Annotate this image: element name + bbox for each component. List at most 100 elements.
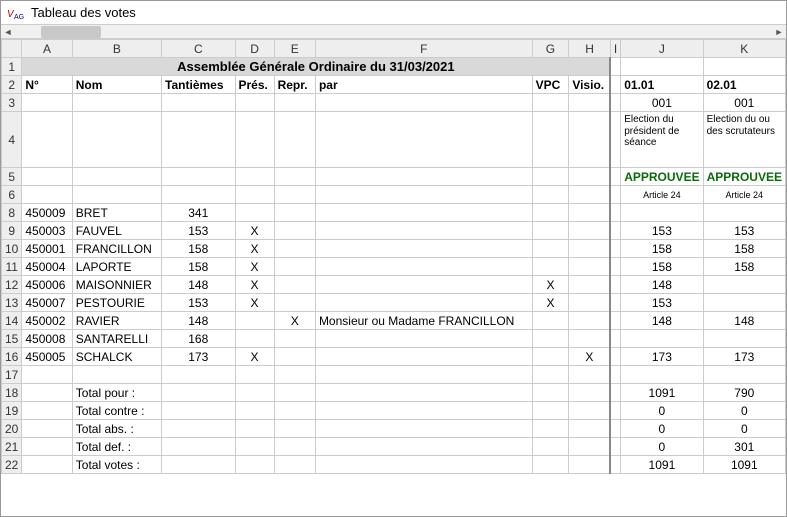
cell[interactable] [22,366,72,384]
cell[interactable] [22,168,72,186]
cell-vote[interactable]: 158 [703,240,785,258]
cell-vote[interactable]: 173 [621,348,703,366]
cell[interactable] [22,384,72,402]
cell-par[interactable] [315,294,532,312]
cell-vote[interactable] [703,204,785,222]
res-desc[interactable]: Election du président de séance [621,112,703,168]
cell-visio[interactable] [569,294,611,312]
cell[interactable] [315,420,532,438]
total-label[interactable]: Total contre : [72,402,161,420]
cell-tantiemes[interactable]: 148 [162,276,235,294]
cell[interactable] [274,420,315,438]
cell-vote[interactable]: 153 [621,222,703,240]
cell[interactable] [610,348,620,366]
cell[interactable] [22,186,72,204]
cell-vpc[interactable] [532,222,569,240]
cell-tantiemes[interactable]: 173 [162,348,235,366]
cell-nom[interactable]: PESTOURIE [72,294,161,312]
cell[interactable] [22,112,72,168]
cell-pres[interactable]: X [235,276,274,294]
cell-nom[interactable]: RAVIER [72,312,161,330]
cell-repr[interactable] [274,240,315,258]
col-header[interactable]: G [532,40,569,58]
cell[interactable] [569,168,611,186]
cell-visio[interactable]: X [569,348,611,366]
cell[interactable] [72,94,161,112]
cell[interactable] [235,366,274,384]
total-value[interactable]: 1091 [621,384,703,402]
cell-vote[interactable]: 153 [621,294,703,312]
cell[interactable] [72,186,161,204]
cell-pres[interactable]: X [235,240,274,258]
cell-visio[interactable] [569,222,611,240]
row-header[interactable]: 9 [2,222,22,240]
hdr-pres[interactable]: Prés. [235,76,274,94]
cell[interactable] [610,222,620,240]
cell[interactable] [610,276,620,294]
hdr-res-0201[interactable]: 02.01 [703,76,785,94]
cell-vpc[interactable] [532,312,569,330]
row-header[interactable]: 1 [2,58,22,76]
cell[interactable] [532,366,569,384]
cell-par[interactable] [315,258,532,276]
cell-par[interactable] [315,204,532,222]
hdr-visio[interactable]: Visio. [569,76,611,94]
row-header[interactable]: 3 [2,94,22,112]
row-header[interactable]: 20 [2,420,22,438]
cell-visio[interactable] [569,312,611,330]
cell[interactable] [162,384,235,402]
cell-repr[interactable] [274,330,315,348]
cell-vpc[interactable] [532,258,569,276]
row-header[interactable]: 11 [2,258,22,276]
cell[interactable] [274,186,315,204]
cell[interactable] [274,438,315,456]
cell[interactable] [274,94,315,112]
cell[interactable] [569,402,611,420]
row-header[interactable]: 13 [2,294,22,312]
cell[interactable] [610,112,620,168]
cell[interactable] [22,94,72,112]
cell[interactable] [532,384,569,402]
cell-pres[interactable] [235,330,274,348]
cell-vote[interactable] [703,276,785,294]
cell[interactable] [162,456,235,474]
total-value[interactable]: 0 [621,438,703,456]
cell[interactable] [72,168,161,186]
row-header[interactable]: 15 [2,330,22,348]
cell[interactable] [621,58,703,76]
hdr-nom[interactable]: Nom [72,76,161,94]
col-header[interactable]: A [22,40,72,58]
cell[interactable] [610,366,620,384]
cell[interactable] [72,366,161,384]
total-value[interactable]: 1091 [703,456,785,474]
cell-vote[interactable]: 158 [621,240,703,258]
assembly-title[interactable]: Assemblée Générale Ordinaire du 31/03/20… [22,58,611,76]
cell-pres[interactable]: X [235,348,274,366]
res-code[interactable]: 001 [621,94,703,112]
cell-par[interactable] [315,240,532,258]
cell-numero[interactable]: 450001 [22,240,72,258]
cell-par[interactable]: Monsieur ou Madame FRANCILLON [315,312,532,330]
res-desc[interactable]: Election du ou des scrutateurs [703,112,785,168]
cell-vote[interactable]: 173 [703,348,785,366]
cell[interactable] [610,204,620,222]
row-header[interactable]: 22 [2,456,22,474]
cell[interactable] [610,312,620,330]
select-all-corner[interactable] [2,40,22,58]
total-value[interactable]: 0 [703,402,785,420]
cell[interactable] [532,456,569,474]
cell[interactable] [315,456,532,474]
cell-vote[interactable] [621,204,703,222]
cell-nom[interactable]: SANTARELLI [72,330,161,348]
cell-tantiemes[interactable]: 153 [162,222,235,240]
cell[interactable] [162,402,235,420]
cell[interactable] [235,402,274,420]
cell-vpc[interactable]: X [532,294,569,312]
cell[interactable] [274,168,315,186]
cell-vote[interactable]: 148 [621,276,703,294]
row-header[interactable]: 14 [2,312,22,330]
cell[interactable] [274,384,315,402]
cell[interactable] [315,112,532,168]
cell-nom[interactable]: BRET [72,204,161,222]
cell[interactable] [532,438,569,456]
